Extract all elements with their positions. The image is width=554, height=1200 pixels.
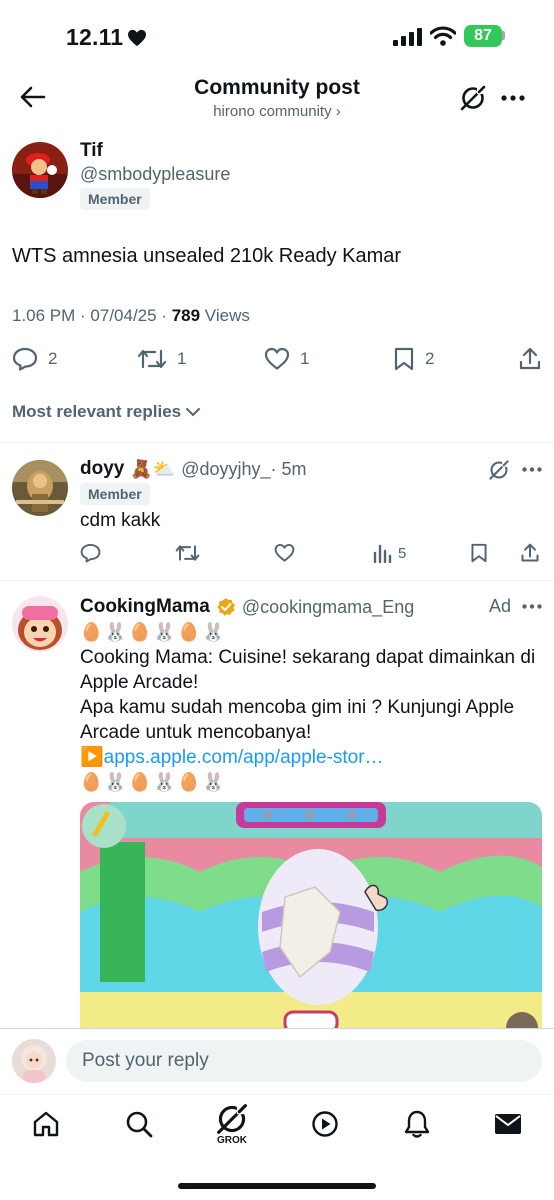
play-button-emoji: ▶️ [80, 747, 104, 768]
share-icon[interactable] [520, 543, 540, 563]
views-label: Views [200, 306, 250, 325]
author-handle[interactable]: @smbodypleasure [80, 164, 230, 185]
chevron-down-icon [186, 408, 201, 417]
repost-icon[interactable] [175, 543, 200, 563]
battery-tip [502, 31, 505, 40]
verified-badge-icon [217, 598, 235, 616]
divider [0, 1094, 554, 1095]
views-action[interactable]: 5 [372, 543, 406, 563]
video-play-icon[interactable] [311, 1110, 339, 1138]
bookmark-action[interactable]: 2 [393, 347, 434, 371]
ad-emoji-row-2: 🥚🐰🥚🐰🥚🐰 [80, 772, 227, 792]
heart-outline-icon[interactable] [274, 543, 295, 563]
divider [0, 580, 554, 581]
reply-icon [12, 347, 38, 371]
ad-text-line1: Cooking Mama: Cuisine! sekarang dapat di… [80, 647, 536, 693]
ad-emoji-row: 🥚🐰🥚🐰🥚🐰 [80, 622, 227, 642]
reply-header: doyy 🧸⛅ @doyyjhy_ · 5m [80, 458, 307, 480]
share-icon[interactable] [518, 347, 542, 371]
grok-icon[interactable] [488, 459, 510, 481]
notifications-bell-icon[interactable] [403, 1109, 431, 1139]
reply-action[interactable]: 2 [12, 347, 57, 371]
post-text: WTS amnesia unsealed 210k Ready Kamar [12, 245, 402, 267]
repost-action[interactable]: 1 [137, 347, 186, 371]
battery-indicator: 87 [464, 25, 502, 47]
reply-name-emoji: 🧸⛅ [130, 458, 176, 479]
wifi-icon [430, 26, 456, 46]
analytics-icon [373, 544, 392, 563]
reply-avatar[interactable] [12, 460, 68, 516]
tab-grok-label: GROK [217, 1135, 247, 1146]
ad-link[interactable]: apps.apple.com/app/apple-stor… [104, 747, 384, 768]
member-badge: Member [80, 188, 150, 210]
bookmark-icon[interactable] [470, 543, 488, 563]
reply-input[interactable]: Post your reply [66, 1040, 542, 1082]
reply-time: · 5m [270, 458, 307, 479]
heart-filled-icon [128, 29, 147, 46]
author-avatar[interactable] [12, 142, 68, 198]
reply-author-handle[interactable]: @doyyjhy_ [181, 459, 270, 480]
divider [0, 442, 554, 443]
ad-author-handle[interactable]: @cookingmama_Eng [242, 597, 414, 618]
ad-avatar[interactable] [12, 596, 68, 652]
home-indicator [178, 1183, 376, 1189]
more-options-icon[interactable] [522, 604, 542, 609]
search-icon[interactable] [125, 1110, 153, 1138]
sort-replies-dropdown[interactable]: Most relevant replies [12, 402, 201, 422]
tab-grok[interactable]: GROK [212, 1102, 252, 1146]
heart-outline-icon [264, 347, 290, 370]
home-icon[interactable] [32, 1110, 60, 1138]
ad-author-name[interactable]: CookingMama [80, 596, 210, 618]
status-time: 12.11 [66, 24, 147, 51]
reply-text: cdm kakk [80, 510, 161, 531]
author-name[interactable]: Tif [80, 140, 103, 162]
divider [0, 1028, 554, 1029]
reply-author-name[interactable]: doyy [80, 458, 124, 480]
post-meta: 1.06 PM · 07/04/25 · 789 Views [12, 306, 250, 326]
more-options-icon[interactable] [522, 467, 542, 472]
messages-envelope-icon[interactable] [494, 1112, 522, 1136]
bookmark-icon [394, 347, 414, 371]
post-timestamp: 1.06 PM · 07/04/25 · [12, 306, 172, 325]
ad-text-line2: Apa kamu sudah mencoba gim ini ? Kunjung… [80, 697, 515, 743]
member-badge: Member [80, 483, 150, 505]
grok-icon[interactable] [459, 84, 487, 112]
ad-link-row: ▶️apps.apple.com/app/apple-stor… [80, 745, 548, 770]
reply-icon[interactable] [80, 543, 101, 563]
current-user-avatar[interactable] [12, 1039, 56, 1083]
views-count: 789 [171, 306, 201, 325]
ad-media-image[interactable] [80, 802, 542, 1028]
like-action[interactable]: 1 [264, 347, 309, 371]
ad-body: 🥚🐰🥚🐰🥚🐰 Cooking Mama: Cuisine! sekarang d… [80, 620, 548, 795]
reply-input-placeholder: Post your reply [82, 1050, 209, 1071]
grok-icon [217, 1103, 248, 1134]
ad-label: Ad [489, 596, 512, 616]
cellular-signal-icon [393, 28, 422, 46]
repost-icon [137, 349, 167, 369]
ad-header: CookingMama @cookingmama_Eng [80, 596, 414, 618]
more-options-icon[interactable] [501, 95, 525, 101]
